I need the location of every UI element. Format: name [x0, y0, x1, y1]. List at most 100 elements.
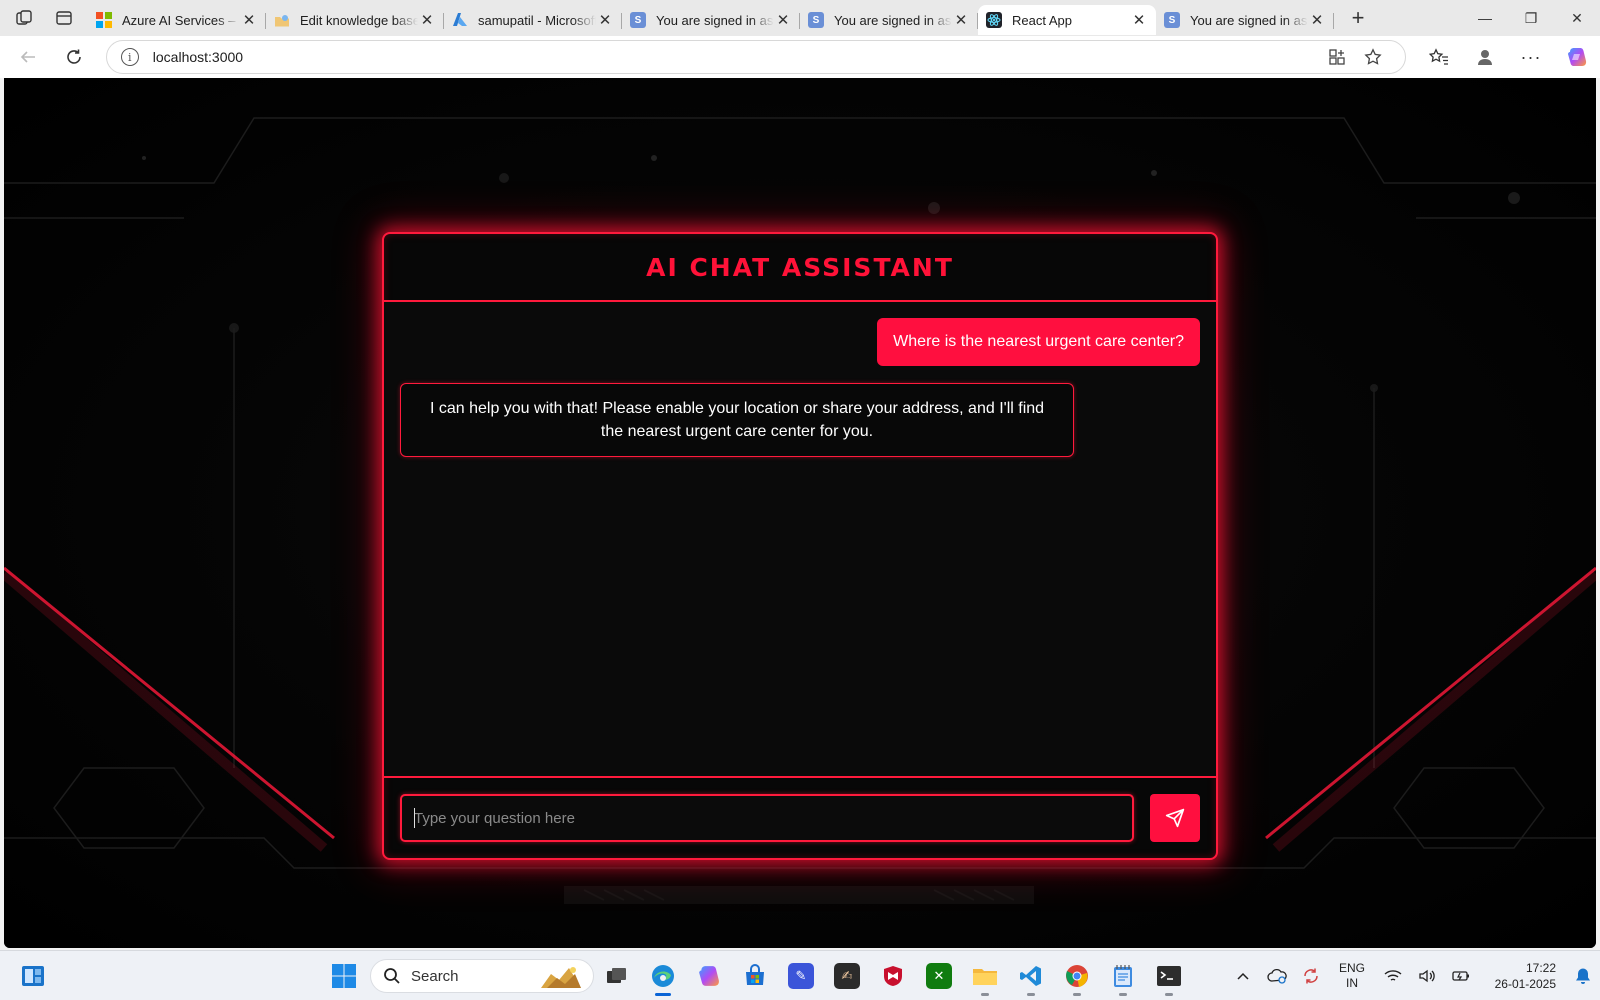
azure-icon	[452, 12, 468, 28]
chat-header: AI CHAT ASSISTANT	[384, 234, 1216, 302]
text-caret	[414, 808, 415, 828]
tab-list: Azure AI Services – Us ✕ Edit knowledge …	[88, 0, 1334, 36]
active-indicator	[655, 993, 671, 996]
s-document-icon: S	[1164, 12, 1180, 28]
close-tab-icon[interactable]: ✕	[1130, 11, 1148, 29]
close-tab-icon[interactable]: ✕	[418, 11, 436, 29]
tab-title: You are signed in as 2	[656, 12, 774, 28]
page-viewport: AI CHAT ASSISTANT Where is the nearest u…	[4, 78, 1596, 948]
close-tab-icon[interactable]: ✕	[1308, 11, 1326, 29]
more-options-icon[interactable]: ···	[1508, 41, 1554, 73]
s-document-icon: S	[630, 12, 646, 28]
message-composer	[384, 776, 1216, 858]
battery-icon[interactable]	[1444, 969, 1478, 983]
running-indicator	[1027, 993, 1035, 996]
terminal-icon[interactable]	[1146, 955, 1192, 997]
tab-signed-in-3[interactable]: S You are signed in as 2 ✕	[1156, 5, 1334, 35]
tab-react-app[interactable]: React App ✕	[978, 5, 1156, 35]
url-text[interactable]: localhost:3000	[153, 49, 1319, 65]
new-tab-button[interactable]: +	[1340, 3, 1376, 33]
widgets-icon[interactable]	[20, 963, 46, 989]
microsoft-store-icon[interactable]	[732, 955, 778, 997]
system-tray: ENG IN 17:22 26-01-2025	[1226, 951, 1600, 1000]
s-document-icon: S	[808, 12, 824, 28]
copilot-app-icon[interactable]	[686, 955, 732, 997]
running-indicator	[981, 993, 989, 996]
tab-title: samupatil - Microsoft	[478, 12, 596, 28]
language-indicator[interactable]: ENG IN	[1328, 961, 1376, 991]
edge-browser-icon[interactable]	[640, 955, 686, 997]
browser-tab-strip: Azure AI Services – Us ✕ Edit knowledge …	[0, 0, 1600, 36]
region-code: IN	[1346, 976, 1358, 990]
task-view-icon[interactable]	[594, 955, 640, 997]
restore-icon[interactable]: ❐	[1508, 0, 1554, 36]
notes-app-icon[interactable]: ✍	[824, 955, 870, 997]
windows-start-icon[interactable]	[324, 956, 364, 996]
cloud-folder-icon	[274, 12, 290, 28]
notepad-icon[interactable]	[1100, 955, 1146, 997]
tab-samupatil-microsoft[interactable]: samupatil - Microsoft ✕	[444, 5, 622, 35]
tab-actions-icon[interactable]	[48, 4, 80, 32]
show-hidden-icons-chevron-icon[interactable]	[1226, 971, 1260, 981]
close-tab-icon[interactable]: ✕	[240, 11, 258, 29]
xbox-icon[interactable]: ✕	[916, 955, 962, 997]
taskbar-search[interactable]: Search	[370, 959, 594, 993]
toolbar-right: ···	[1416, 41, 1600, 73]
address-bar[interactable]: i localhost:3000	[105, 40, 1406, 74]
tab-title: Edit knowledge base	[300, 12, 418, 28]
close-tab-icon[interactable]: ✕	[952, 11, 970, 29]
volume-icon[interactable]	[1410, 968, 1444, 984]
copilot-icon[interactable]	[1554, 41, 1600, 73]
search-highlight-image	[541, 967, 581, 988]
running-indicator	[1073, 993, 1081, 996]
back-icon[interactable]	[10, 41, 46, 73]
tab-title: You are signed in as 2	[834, 12, 952, 28]
update-sync-icon[interactable]	[1294, 967, 1328, 985]
close-tab-icon[interactable]: ✕	[596, 11, 614, 29]
clock-date: 26-01-2025	[1494, 977, 1556, 991]
tab-title: You are signed in as 2	[1190, 12, 1308, 28]
workspaces-icon[interactable]	[8, 4, 40, 32]
tab-azure-ai-services[interactable]: Azure AI Services – Us ✕	[88, 5, 266, 35]
search-icon	[384, 968, 400, 984]
favorite-star-icon[interactable]	[1355, 48, 1391, 66]
chrome-icon[interactable]	[1054, 955, 1100, 997]
search-label: Search	[411, 967, 459, 985]
minimize-icon[interactable]: —	[1462, 0, 1508, 36]
clock-time: 17:22	[1525, 961, 1556, 975]
close-window-icon[interactable]: ✕	[1554, 0, 1600, 36]
running-indicator	[1119, 993, 1127, 996]
vscode-icon[interactable]	[1008, 955, 1054, 997]
running-indicator	[1165, 993, 1173, 996]
site-info-icon[interactable]: i	[120, 48, 139, 66]
clock[interactable]: 17:22 26-01-2025	[1478, 960, 1556, 992]
message-list: Where is the nearest urgent care center?…	[384, 302, 1216, 776]
taskbar: Search ✎ ✍ ✕ ENG IN 17:22 26-01-2025	[0, 950, 1600, 1000]
browser-toolbar: i localhost:3000 ···	[0, 36, 1600, 78]
window-controls: — ❐ ✕	[1462, 0, 1600, 36]
react-icon	[986, 12, 1002, 28]
wifi-icon[interactable]	[1376, 969, 1410, 983]
refresh-icon[interactable]	[56, 41, 92, 73]
tab-signed-in-1[interactable]: S You are signed in as 2 ✕	[622, 5, 800, 35]
app-available-icon[interactable]	[1319, 48, 1355, 66]
send-button[interactable]	[1150, 794, 1200, 842]
file-explorer-icon[interactable]	[962, 955, 1008, 997]
profile-icon[interactable]	[1462, 41, 1508, 73]
language-code: ENG	[1338, 961, 1365, 975]
chat-title: AI CHAT ASSISTANT	[646, 252, 954, 282]
tab-title: Azure AI Services – Us	[122, 12, 240, 28]
tab-title: React App	[1012, 12, 1072, 28]
taskbar-apps: Search ✎ ✍ ✕	[324, 955, 1192, 997]
notification-bell-icon[interactable]	[1566, 967, 1600, 985]
assistant-message-bubble: I can help you with that! Please enable …	[400, 383, 1074, 457]
onedrive-sync-icon[interactable]	[1260, 968, 1294, 984]
tab-edit-knowledge-base[interactable]: Edit knowledge base ✕	[266, 5, 444, 35]
favorites-icon[interactable]	[1416, 41, 1462, 73]
tab-signed-in-2[interactable]: S You are signed in as 2 ✕	[800, 5, 978, 35]
user-message-bubble: Where is the nearest urgent care center?	[877, 318, 1200, 366]
pen-app-icon[interactable]: ✎	[778, 955, 824, 997]
mcafee-icon[interactable]	[870, 955, 916, 997]
question-input[interactable]	[400, 794, 1134, 842]
close-tab-icon[interactable]: ✕	[774, 11, 792, 29]
